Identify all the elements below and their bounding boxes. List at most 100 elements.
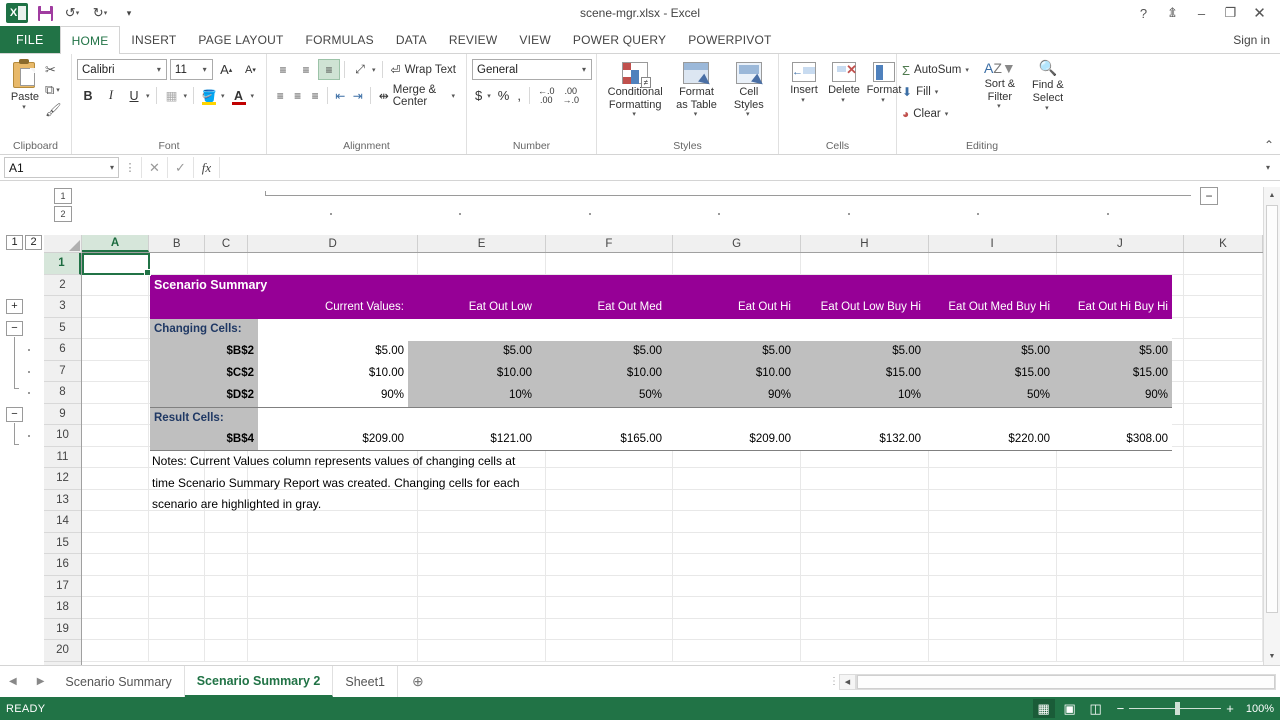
orientation-icon[interactable]: ⤢ <box>349 59 371 80</box>
column-group-collapse-button[interactable]: − <box>1200 187 1218 205</box>
row-header-11[interactable]: 11 <box>44 446 81 468</box>
row-header-9[interactable]: 9 <box>44 403 81 425</box>
zoom-track[interactable] <box>1129 702 1222 715</box>
autosum-button[interactable]: Σ AutoSum ▾ <box>902 60 971 80</box>
decrease-decimal-icon[interactable]: .00 →.0 <box>559 85 582 106</box>
cell-styles-button[interactable]: Cell Styles ▾ <box>727 59 771 120</box>
align-top-icon[interactable]: ≡ <box>272 59 294 80</box>
row-header-14[interactable]: 14 <box>44 511 81 533</box>
select-all-corner[interactable] <box>44 235 82 253</box>
column-header-d[interactable]: D <box>247 235 419 252</box>
insert-cells-button[interactable]: ← Insert ▾ <box>784 59 824 106</box>
format-dropdown-icon[interactable]: ▾ <box>881 97 887 105</box>
zoom-thumb[interactable] <box>1175 702 1181 715</box>
zoom-level[interactable]: 100% <box>1246 703 1274 715</box>
sort-filter-dropdown-icon[interactable]: ▾ <box>997 103 1003 111</box>
row-outline-level-1[interactable]: 1 <box>6 235 23 250</box>
tab-split-handle[interactable]: ⋮ <box>829 676 839 687</box>
fill-dropdown-icon[interactable]: ▾ <box>935 88 941 96</box>
align-left-icon[interactable]: ≡ <box>272 85 288 106</box>
customize-qat-icon[interactable]: ▾ <box>116 2 142 24</box>
scroll-down-icon[interactable]: ▼ <box>1264 648 1280 665</box>
collapse-ribbon-icon[interactable]: ⌃ <box>1264 138 1274 152</box>
sheet-tab-sheet1[interactable]: Sheet1 <box>333 666 398 697</box>
tab-insert[interactable]: INSERT <box>120 26 187 54</box>
format-as-table-button[interactable]: Format as Table ▾ <box>670 59 722 120</box>
expand-formula-bar-icon[interactable]: ▾ <box>1260 163 1276 172</box>
hscroll-left-icon[interactable]: ◀ <box>839 673 856 690</box>
sort-and-filter-button[interactable]: AZ▼ Sort & Filter ▾ <box>977 59 1023 114</box>
fill-button[interactable]: ⬇ Fill ▾ <box>902 82 971 102</box>
font-color-icon[interactable]: A <box>228 85 250 106</box>
sign-in-link[interactable]: Sign in <box>1233 26 1280 54</box>
page-layout-view-icon[interactable]: ▣ <box>1059 699 1081 718</box>
tab-page-layout[interactable]: PAGE LAYOUT <box>187 26 294 54</box>
column-header-h[interactable]: H <box>801 235 929 252</box>
clear-dropdown-icon[interactable]: ▾ <box>945 110 951 118</box>
tab-powerpivot[interactable]: POWERPIVOT <box>677 26 782 54</box>
increase-indent-icon[interactable]: ⇥ <box>350 85 366 106</box>
copy-dropdown-icon[interactable]: ▾ <box>56 86 62 94</box>
name-box-dropdown-icon[interactable]: ▾ <box>110 163 114 172</box>
align-middle-icon[interactable]: ≡ <box>295 59 317 80</box>
number-format-combo[interactable]: General ▾ <box>472 59 592 80</box>
tab-data[interactable]: DATA <box>385 26 438 54</box>
tab-file[interactable]: FILE <box>0 26 60 54</box>
row-header-12[interactable]: 12 <box>44 468 81 490</box>
row-header-20[interactable]: 20 <box>44 640 81 662</box>
cut-icon[interactable]: ✂ <box>45 62 62 78</box>
horizontal-scroll-thumb[interactable] <box>857 674 1275 689</box>
tab-review[interactable]: REVIEW <box>438 26 509 54</box>
column-header-i[interactable]: I <box>928 235 1057 252</box>
column-header-k[interactable]: K <box>1184 235 1263 252</box>
increase-font-size-icon[interactable]: A ▴ <box>216 59 237 80</box>
font-size-combo[interactable]: 11 ▾ <box>169 59 213 80</box>
clear-button[interactable]: ◕ Clear ▾ <box>902 104 971 124</box>
conditional-formatting-dropdown-icon[interactable]: ▾ <box>632 111 638 119</box>
cancel-entry-icon[interactable]: ✕ <box>141 157 167 178</box>
close-button[interactable]: ✕ <box>1245 1 1274 25</box>
paste-label[interactable]: Paste <box>11 91 39 103</box>
copy-icon[interactable]: ⧉ <box>45 82 54 98</box>
tab-home[interactable]: HOME <box>59 26 121 54</box>
next-sheet-icon[interactable]: ▶ <box>32 676 50 687</box>
column-header-b[interactable]: B <box>149 235 206 252</box>
ribbon-display-options-icon[interactable]: ⇭ <box>1158 1 1187 25</box>
percent-format-icon[interactable]: % <box>495 85 513 106</box>
row-header-3[interactable]: 3 <box>44 296 81 318</box>
insert-dropdown-icon[interactable]: ▾ <box>801 97 807 105</box>
italic-button[interactable]: I <box>100 85 122 106</box>
row-header-2[interactable]: 2 <box>44 274 81 296</box>
page-break-preview-icon[interactable]: ◫ <box>1085 699 1107 718</box>
column-header-g[interactable]: G <box>672 235 802 252</box>
tab-power-query[interactable]: POWER QUERY <box>562 26 677 54</box>
row-header-8[interactable]: 8 <box>44 382 81 404</box>
row-header-16[interactable]: 16 <box>44 554 81 576</box>
merge-dropdown-icon[interactable]: ▾ <box>451 92 457 100</box>
row-header-6[interactable]: 6 <box>44 339 81 361</box>
column-outline-level-1[interactable]: 1 <box>54 188 72 204</box>
normal-view-icon[interactable]: ▦ <box>1032 699 1055 718</box>
prev-sheet-icon[interactable]: ◀ <box>4 676 22 687</box>
cell-styles-dropdown-icon[interactable]: ▾ <box>746 111 752 119</box>
row-header-13[interactable]: 13 <box>44 489 81 511</box>
selected-cell-a1[interactable] <box>82 253 151 275</box>
horizontal-scrollbar[interactable] <box>856 673 1276 690</box>
row-header-17[interactable]: 17 <box>44 575 81 597</box>
find-and-select-button[interactable]: 🔍 Find & Select ▾ <box>1025 59 1071 114</box>
currency-dropdown-icon[interactable]: ▾ <box>487 92 493 100</box>
tab-formulas[interactable]: FORMULAS <box>295 26 385 54</box>
align-right-icon[interactable]: ≡ <box>307 85 323 106</box>
redo-icon[interactable]: ↻ ▾ <box>88 2 114 24</box>
zoom-in-button[interactable]: + <box>1226 701 1234 716</box>
insert-function-icon[interactable]: fx <box>193 157 219 178</box>
scroll-up-icon[interactable]: ▲ <box>1264 187 1280 204</box>
delete-dropdown-icon[interactable]: ▾ <box>841 97 847 105</box>
font-size-dropdown-icon[interactable]: ▾ <box>200 65 210 74</box>
row-header-19[interactable]: 19 <box>44 618 81 640</box>
conditional-formatting-button[interactable]: ≠ Conditional Formatting ▾ <box>604 59 666 120</box>
zoom-slider[interactable]: − + <box>1117 701 1234 716</box>
font-name-dropdown-icon[interactable]: ▾ <box>154 65 164 74</box>
wrap-text-button[interactable]: ⏎ Wrap Text <box>387 59 460 80</box>
delete-cells-button[interactable]: ✕ Delete ▾ <box>824 59 864 106</box>
